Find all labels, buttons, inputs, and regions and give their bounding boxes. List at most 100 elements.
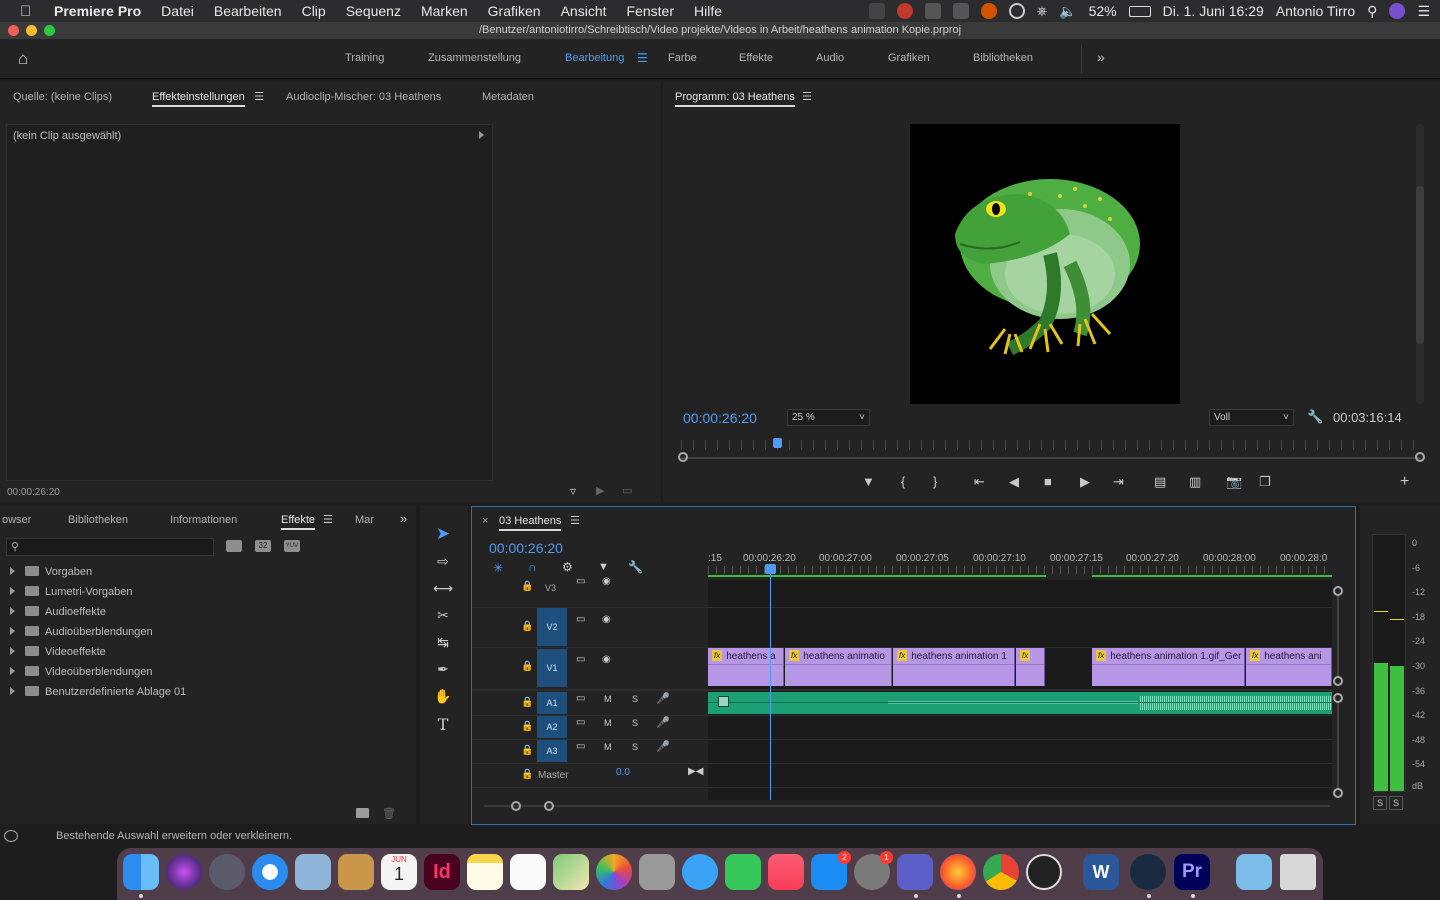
program-video-frame[interactable] xyxy=(910,124,1180,404)
delete-icon[interactable]: 🗑 xyxy=(382,807,396,820)
menu-clip[interactable]: Clip xyxy=(302,3,326,19)
slip-tool-icon[interactable]: ↹ xyxy=(433,634,453,654)
eye-icon[interactable]: ◉ xyxy=(602,654,611,665)
timeline-horizontal-scrollbar[interactable] xyxy=(484,805,1330,807)
eye-icon[interactable]: ◉ xyxy=(602,614,611,625)
new-folder-icon[interactable] xyxy=(356,808,369,818)
tab-source[interactable]: Quelle: (keine Clips) xyxy=(13,91,112,103)
video-clip[interactable]: fx xyxy=(1016,648,1045,686)
track-a2-label[interactable]: A2 xyxy=(537,716,567,738)
step-forward-icon[interactable]: ▶ xyxy=(1080,474,1090,490)
close-sequence-icon[interactable]: × xyxy=(482,515,488,527)
battery-icon[interactable] xyxy=(1128,5,1151,17)
master-value[interactable]: 0.0 xyxy=(616,767,630,778)
microphone-icon[interactable]: 🎤 xyxy=(656,692,670,705)
workspace-bearbeitung[interactable]: Bearbeitung xyxy=(565,52,624,64)
lock-icon[interactable]: 🔒 xyxy=(521,661,533,672)
lock-icon[interactable]: 🔒 xyxy=(521,697,533,708)
vertical-scroll-track[interactable] xyxy=(1337,596,1339,676)
notes-folder-icon[interactable] xyxy=(338,854,374,890)
tab-metadata[interactable]: Metadaten xyxy=(482,91,534,103)
timeline-ruler-ticks[interactable] xyxy=(708,566,1332,574)
track-zoom-handle[interactable] xyxy=(1333,788,1343,798)
track-a1-label[interactable]: A1 xyxy=(537,692,567,714)
program-monitor-title[interactable]: Programm: 03 Heathens xyxy=(675,91,795,107)
tab-effects[interactable]: Effekte xyxy=(281,514,316,530)
status-app-icon-3[interactable] xyxy=(952,3,969,19)
tree-item-audioeffekte[interactable]: Audioeffekte xyxy=(10,602,106,622)
toggle-sync-icon[interactable]: ▭ xyxy=(576,741,585,752)
timeline-timecode[interactable]: 00:00:26:20 xyxy=(489,540,563,556)
snap-icon[interactable]: ∩ xyxy=(528,560,537,574)
stop-icon[interactable]: ■ xyxy=(1044,474,1052,489)
menu-marken[interactable]: Marken xyxy=(421,3,468,19)
video-clip[interactable]: fx heathens animatio xyxy=(785,648,892,686)
spotlight-icon[interactable]: ⚲ xyxy=(1367,3,1377,20)
timeline-playhead[interactable] xyxy=(770,566,771,800)
program-scrollbar[interactable] xyxy=(1416,124,1424,404)
zoom-handle-left[interactable] xyxy=(678,452,688,462)
close-window-button[interactable] xyxy=(8,25,19,36)
effects-search-input[interactable]: ⚲ xyxy=(6,538,214,556)
expand-caret-icon[interactable] xyxy=(479,131,484,139)
play-only-icon[interactable]: ▶ xyxy=(596,484,604,497)
track-a3-label[interactable]: A3 xyxy=(537,740,567,762)
status-app-icon-2[interactable] xyxy=(924,3,941,19)
solo-button-a2[interactable]: S xyxy=(632,718,638,728)
mark-out-icon[interactable]: } xyxy=(933,474,937,489)
sequence-tab[interactable]: 03 Heathens xyxy=(499,515,562,531)
app-icon[interactable] xyxy=(1026,854,1062,890)
volume-icon[interactable]: 🔈 xyxy=(1059,3,1076,20)
program-menu-icon[interactable]: ☰ xyxy=(802,90,812,103)
solo-left-button[interactable]: S xyxy=(1373,796,1387,810)
tab-media-browser[interactable]: owser xyxy=(2,514,31,526)
type-tool-icon[interactable]: T xyxy=(433,715,453,735)
tab-audio-clip-mixer[interactable]: Audioclip-Mischer: 03 Heathens xyxy=(286,91,441,103)
lock-icon[interactable]: 🔒 xyxy=(521,769,533,780)
accelerated-effects-icon[interactable] xyxy=(226,540,242,552)
tree-item-audiouberblendungen[interactable]: Audioüberblendungen xyxy=(10,622,153,642)
preview-icon[interactable] xyxy=(295,854,331,890)
timeline-settings-icon[interactable]: 🔧 xyxy=(628,560,643,574)
maps-icon[interactable] xyxy=(553,854,589,890)
tab-effect-controls[interactable]: Effekteinstellungen xyxy=(152,91,245,107)
effects-menu-icon[interactable]: ☰ xyxy=(323,513,333,526)
lock-icon[interactable]: 🔒 xyxy=(521,621,533,632)
track-zoom-handle[interactable] xyxy=(1333,676,1343,686)
menu-datei[interactable]: Datei xyxy=(161,3,194,19)
track-select-tool-icon[interactable]: ⇨ xyxy=(433,553,453,573)
menu-hilfe[interactable]: Hilfe xyxy=(694,3,722,19)
creative-cloud-icon[interactable] xyxy=(896,3,913,19)
status-app-icon[interactable] xyxy=(868,3,885,19)
video-clip[interactable]: fx heathens a xyxy=(708,648,784,686)
image-capture-icon[interactable] xyxy=(639,854,675,890)
panel-menu-icon[interactable]: ☰ xyxy=(254,90,264,103)
messages-icon[interactable] xyxy=(682,854,718,890)
launchpad-icon[interactable] xyxy=(209,854,245,890)
tree-item-videouberblendungen[interactable]: Videoüberblendungen xyxy=(10,662,152,682)
track-v3-label[interactable]: V3 xyxy=(545,583,556,593)
menu-fenster[interactable]: Fenster xyxy=(627,3,674,19)
overflow-icon[interactable]: » xyxy=(400,511,407,526)
quicktime-icon[interactable] xyxy=(1130,854,1166,890)
lock-icon[interactable]: 🔒 xyxy=(521,721,533,732)
track-zoom-handle[interactable] xyxy=(1333,586,1343,596)
toggle-sync-icon[interactable]: ▭ xyxy=(576,693,585,704)
chrome-icon[interactable] xyxy=(983,854,1019,890)
export-frame-icon[interactable]: 📷 xyxy=(1226,474,1242,490)
menu-grafiken[interactable]: Grafiken xyxy=(488,3,541,19)
reminders-icon[interactable] xyxy=(510,854,546,890)
menu-bearbeiten[interactable]: Bearbeiten xyxy=(214,3,282,19)
vertical-scroll-track[interactable] xyxy=(1337,703,1339,788)
track-v1-label[interactable]: V1 xyxy=(537,649,567,687)
microphone-icon[interactable]: 🎤 xyxy=(656,740,670,753)
video-clip[interactable]: fx heathens animation 1 xyxy=(893,648,1015,686)
workspace-overflow-icon[interactable]: » xyxy=(1097,49,1105,65)
workspace-training[interactable]: Training xyxy=(345,52,384,64)
toggle-sync-icon[interactable]: ▭ xyxy=(576,654,585,665)
siri-icon[interactable] xyxy=(166,854,202,890)
compare-view-icon[interactable]: ❐ xyxy=(1259,474,1271,490)
solo-button-a1[interactable]: S xyxy=(632,694,638,704)
safari-icon[interactable] xyxy=(252,854,288,890)
menu-ansicht[interactable]: Ansicht xyxy=(561,3,607,19)
